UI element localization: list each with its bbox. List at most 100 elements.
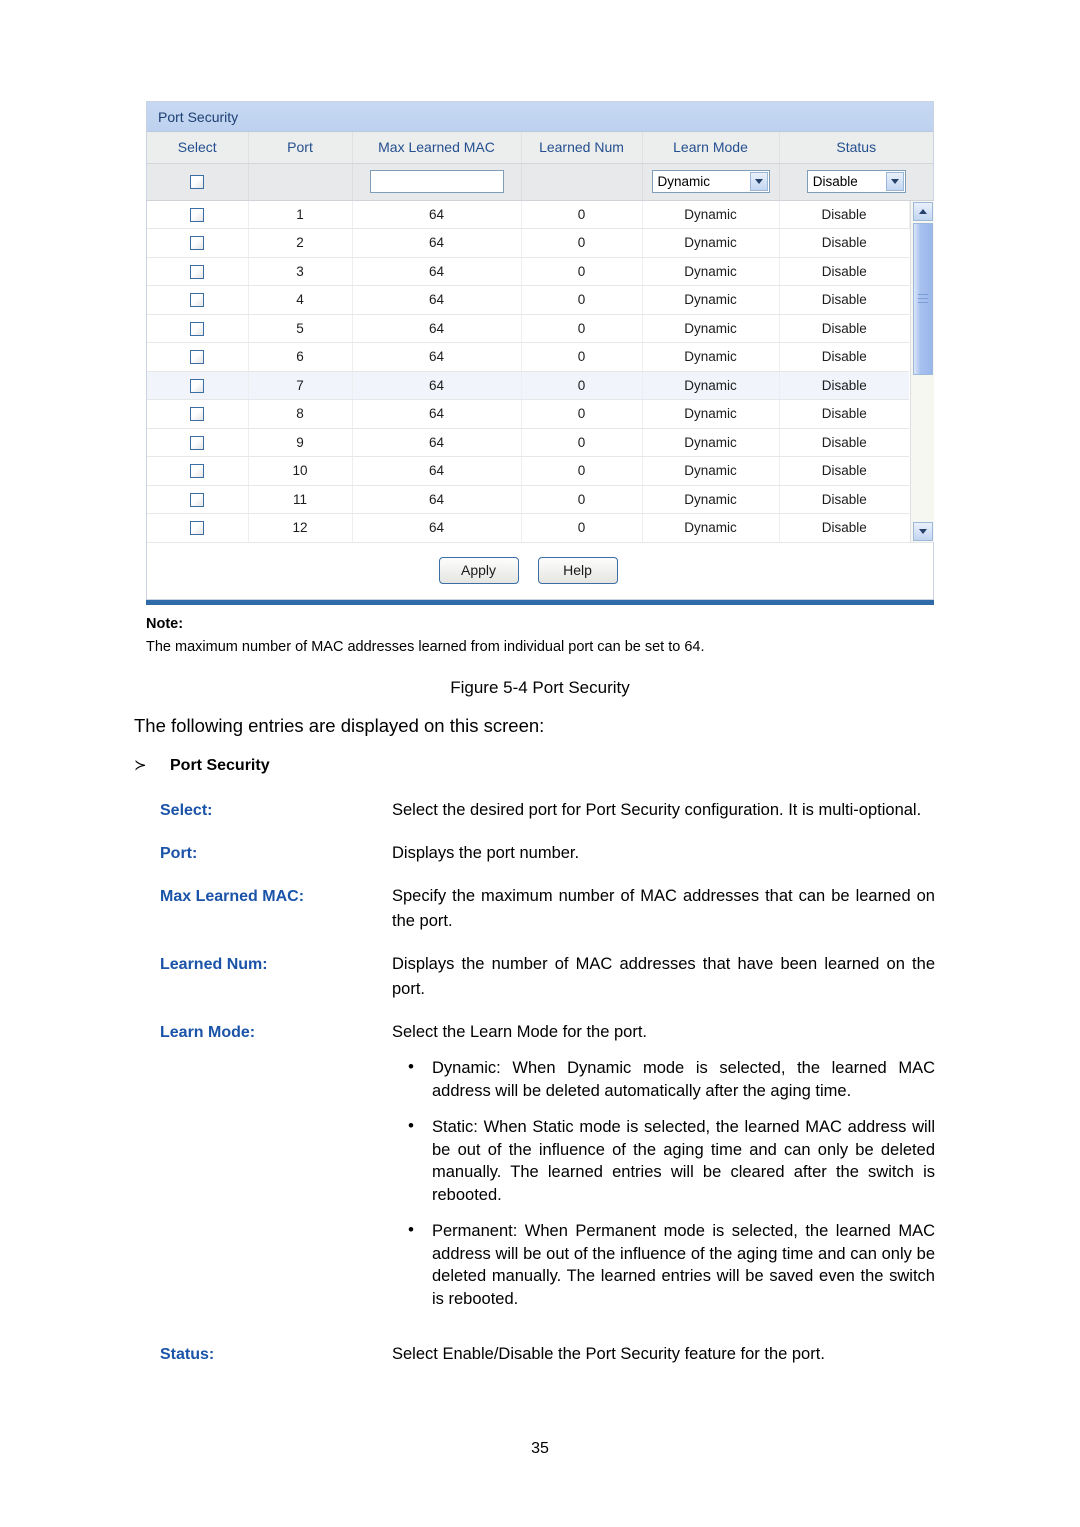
help-button[interactable]: Help [537, 557, 618, 584]
learn-mode-option-item: Permanent: When Permanent mode is select… [392, 1219, 935, 1310]
definition-term: Learned Num: [160, 956, 268, 973]
row-learn-mode-cell: Dynamic [642, 285, 780, 315]
row-checkbox[interactable] [190, 464, 205, 479]
definition-row: Port: Displays the port number. [160, 841, 935, 866]
apply-button[interactable]: Apply [438, 557, 519, 584]
status-select[interactable]: Disable [806, 170, 906, 193]
select-all-cell [147, 163, 249, 201]
row-max-learned-mac-cell: 64 [352, 428, 522, 457]
table-row: 11 64 0 Dynamic Disable [147, 485, 933, 514]
vertical-scrollbar-cell [909, 200, 934, 543]
row-learn-mode-cell: Dynamic [642, 456, 780, 486]
row-select-cell [147, 342, 249, 372]
section-bullet-icon: ≻ [134, 757, 147, 774]
row-max-learned-mac-cell: 64 [352, 456, 522, 486]
row-learn-mode-cell: Dynamic [642, 342, 780, 372]
row-checkbox[interactable] [190, 350, 205, 365]
definition-description: Select the desired port for Port Securit… [392, 798, 935, 823]
row-port-cell: 11 [248, 485, 353, 514]
row-checkbox[interactable] [190, 293, 205, 308]
row-status-cell: Disable [779, 200, 910, 229]
row-max-learned-mac-cell: 64 [352, 228, 522, 258]
learn-mode-option-list: Dynamic: When Dynamic mode is selected, … [392, 1056, 935, 1310]
row-checkbox[interactable] [190, 521, 205, 536]
row-max-learned-mac-cell: 64 [352, 314, 522, 343]
table-row: 8 64 0 Dynamic Disable [147, 399, 933, 429]
row-max-learned-mac-cell: 64 [352, 257, 522, 286]
scroll-down-button[interactable] [912, 521, 933, 541]
row-select-cell [147, 257, 249, 286]
table-row: 1 64 0 Dynamic Disable [147, 200, 934, 543]
row-max-learned-mac-cell: 64 [352, 513, 522, 543]
scrollbar-grip-icon [917, 293, 928, 304]
row-learn-mode-cell: Dynamic [642, 228, 780, 258]
row-checkbox[interactable] [190, 264, 205, 279]
column-header-learned-num: Learned Num [521, 132, 643, 164]
row-port-cell: 9 [248, 428, 353, 457]
row-checkbox[interactable] [190, 378, 205, 393]
page-number: 35 [531, 1440, 549, 1457]
chevron-down-icon[interactable] [885, 172, 904, 191]
row-port-cell: 6 [248, 342, 353, 372]
row-learn-mode-cell: Dynamic [642, 428, 780, 457]
table-body: Dynamic Disable 1 64 0 Dynamic Disable 2 64 0 Dy… [147, 163, 934, 543]
row-port-cell: 2 [248, 228, 353, 258]
row-checkbox[interactable] [190, 236, 205, 251]
row-checkbox[interactable] [190, 492, 205, 507]
select-all-checkbox[interactable] [190, 175, 205, 190]
row-status-cell: Disable [779, 428, 909, 457]
row-port-cell: 1 [248, 200, 353, 229]
row-learned-num-cell: 0 [521, 513, 643, 543]
section-heading-title: Port Security [170, 757, 270, 774]
row-learn-mode-cell: Dynamic [642, 513, 780, 543]
table-row: 2 64 0 Dynamic Disable [147, 228, 933, 258]
definition-row: Status: Select Enable/Disable the Port Se… [160, 1342, 935, 1367]
row-checkbox[interactable] [190, 321, 205, 336]
learn-mode-select[interactable]: Dynamic [651, 170, 770, 193]
row-select-cell [147, 285, 249, 315]
row-select-cell [147, 485, 249, 514]
definition-description-text: Select the desired port for Port Securit… [392, 801, 922, 819]
column-header-max-learned-mac: Max Learned MAC [352, 132, 522, 164]
learn-mode-option-item: Dynamic: When Dynamic mode is selected, … [392, 1056, 935, 1102]
row-select-cell [147, 399, 249, 429]
row-checkbox[interactable] [190, 407, 205, 422]
bulk-config-row: Dynamic Disable [147, 163, 934, 201]
row-status-cell: Disable [779, 228, 909, 258]
row-select-cell [147, 456, 249, 486]
row-select-cell [147, 371, 249, 400]
definition-description-text: Select the Learn Mode for the port. [392, 1023, 647, 1041]
definition-row: Max Learned MAC: Specify the maximum numb… [160, 884, 935, 934]
row-status-cell: Disable [779, 399, 909, 429]
row-learn-mode-cell: Dynamic [642, 399, 780, 429]
column-header-select: Select [147, 132, 249, 164]
intro-line: The following entries are displayed on t… [134, 715, 545, 736]
definition-description: Select Enable/Disable the Port Security … [392, 1342, 935, 1367]
column-header-port: Port [248, 132, 353, 164]
definition-list: Select: Select the desired port for Port … [160, 798, 935, 1385]
row-learn-mode-cell: Dynamic [642, 371, 780, 400]
config-status-cell: Disable [779, 163, 934, 201]
scroll-up-button[interactable] [912, 201, 933, 221]
row-select-cell [147, 228, 249, 258]
row-max-learned-mac-cell: 64 [352, 342, 522, 372]
learn-mode-option-item: Static: When Static mode is selected, th… [392, 1115, 935, 1206]
note-block: Note: The maximum number of MAC addresse… [146, 600, 934, 655]
row-port-cell: 3 [248, 257, 353, 286]
max-learned-mac-input[interactable] [369, 170, 504, 193]
row-checkbox[interactable] [190, 435, 205, 450]
row-checkbox[interactable] [190, 207, 205, 222]
row-learned-num-cell: 0 [521, 200, 643, 229]
definition-description-text: Displays the port number. [392, 844, 580, 862]
definition-term: Learn Mode: [160, 1024, 256, 1041]
row-learn-mode-cell: Dynamic [642, 485, 780, 514]
scrollbar-thumb[interactable] [912, 222, 933, 375]
chevron-down-icon[interactable] [749, 172, 768, 191]
column-header-learn-mode: Learn Mode [642, 132, 780, 164]
row-status-cell: Disable [779, 285, 909, 315]
table-row: 3 64 0 Dynamic Disable [147, 257, 933, 286]
row-select-cell [147, 314, 249, 343]
config-port-cell [248, 163, 353, 201]
learn-mode-selected-value: Dynamic [657, 174, 711, 189]
vertical-scrollbar[interactable] [909, 200, 934, 542]
